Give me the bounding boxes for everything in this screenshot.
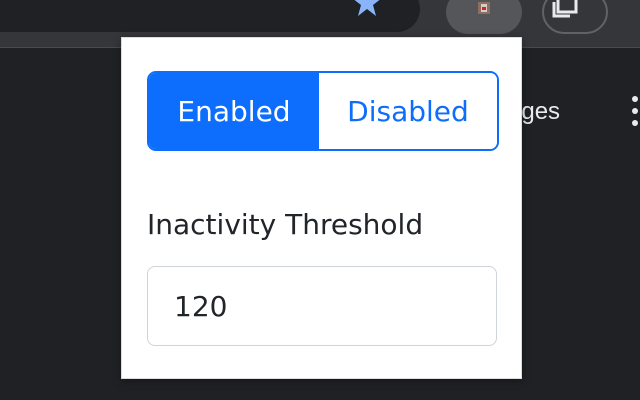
menu-dot <box>632 96 638 102</box>
enabled-toggle-group: Enabled Disabled <box>147 71 499 151</box>
enabled-button[interactable]: Enabled <box>149 73 319 149</box>
kebab-menu-icon[interactable] <box>630 96 640 130</box>
extension-icon <box>478 2 490 14</box>
inactivity-threshold-input[interactable] <box>147 266 497 346</box>
window-icon <box>552 0 578 18</box>
disabled-button[interactable]: Disabled <box>319 73 497 149</box>
inactivity-threshold-label: Inactivity Threshold <box>147 208 424 241</box>
star-icon[interactable] <box>352 0 382 18</box>
menu-dot <box>632 120 638 126</box>
menu-dot <box>632 108 638 114</box>
extension-popup: Enabled Disabled Inactivity Threshold <box>121 37 522 379</box>
